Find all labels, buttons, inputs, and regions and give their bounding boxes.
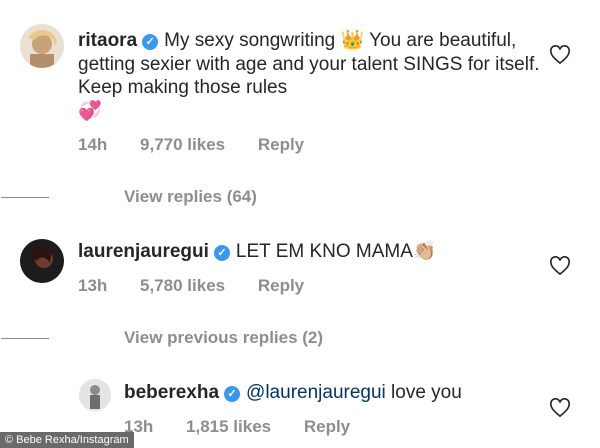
- comment-body: LET EM KNO MAMA👏🏼: [235, 241, 437, 262]
- view-replies-button[interactable]: View replies (64): [1, 187, 257, 207]
- comment-time: 14h: [78, 135, 108, 154]
- watermark-caption: © Bebe Rexha/Instagram: [0, 432, 134, 448]
- reply-button[interactable]: Reply: [304, 417, 350, 436]
- verified-badge-icon: ✓: [142, 34, 159, 50]
- comment-text: ritaora ✓ My sexy songwriting 👑 You are be…: [78, 29, 548, 123]
- verified-badge-icon: ✓: [213, 245, 230, 261]
- comment-meta: 14h 9,770 likes Reply: [78, 135, 332, 155]
- avatar-beberexha[interactable]: [79, 379, 111, 411]
- divider: [1, 197, 49, 198]
- hearts-emoji: 💞: [78, 100, 102, 122]
- like-heart-icon[interactable]: [549, 256, 571, 276]
- username[interactable]: beberexha: [124, 382, 219, 403]
- likes-count[interactable]: 9,770 likes: [140, 135, 225, 154]
- comment-text: laurenjauregui ✓ LET EM KNO MAMA👏🏼: [78, 240, 548, 264]
- mention-link[interactable]: @laurenjauregui: [246, 382, 386, 403]
- divider: [1, 338, 49, 339]
- avatar-image: [20, 239, 64, 283]
- avatar-image: [79, 379, 111, 411]
- username[interactable]: ritaora: [78, 30, 137, 51]
- like-heart-icon[interactable]: [549, 398, 571, 418]
- verified-badge-icon: ✓: [224, 386, 241, 402]
- avatar-laurenjauregui[interactable]: [20, 239, 64, 283]
- view-previous-replies-label: View previous replies (2): [124, 328, 324, 347]
- view-previous-replies-button[interactable]: View previous replies (2): [1, 328, 324, 348]
- comment-text: beberexha ✓ @laurenjauregui love you: [124, 381, 544, 405]
- reply-button[interactable]: Reply: [258, 276, 304, 295]
- username[interactable]: laurenjauregui: [78, 241, 209, 262]
- comment-time: 13h: [78, 276, 108, 295]
- comment-meta: 13h 1,815 likes Reply: [124, 417, 378, 437]
- like-heart-icon[interactable]: [549, 45, 571, 65]
- likes-count[interactable]: 1,815 likes: [186, 417, 271, 436]
- comment-body: love you: [391, 382, 462, 403]
- avatar-ritaora[interactable]: [20, 24, 64, 68]
- comment-meta: 13h 5,780 likes Reply: [78, 276, 332, 296]
- reply-button[interactable]: Reply: [258, 135, 304, 154]
- view-replies-label: View replies (64): [124, 187, 257, 206]
- avatar-image: [20, 24, 64, 68]
- likes-count[interactable]: 5,780 likes: [140, 276, 225, 295]
